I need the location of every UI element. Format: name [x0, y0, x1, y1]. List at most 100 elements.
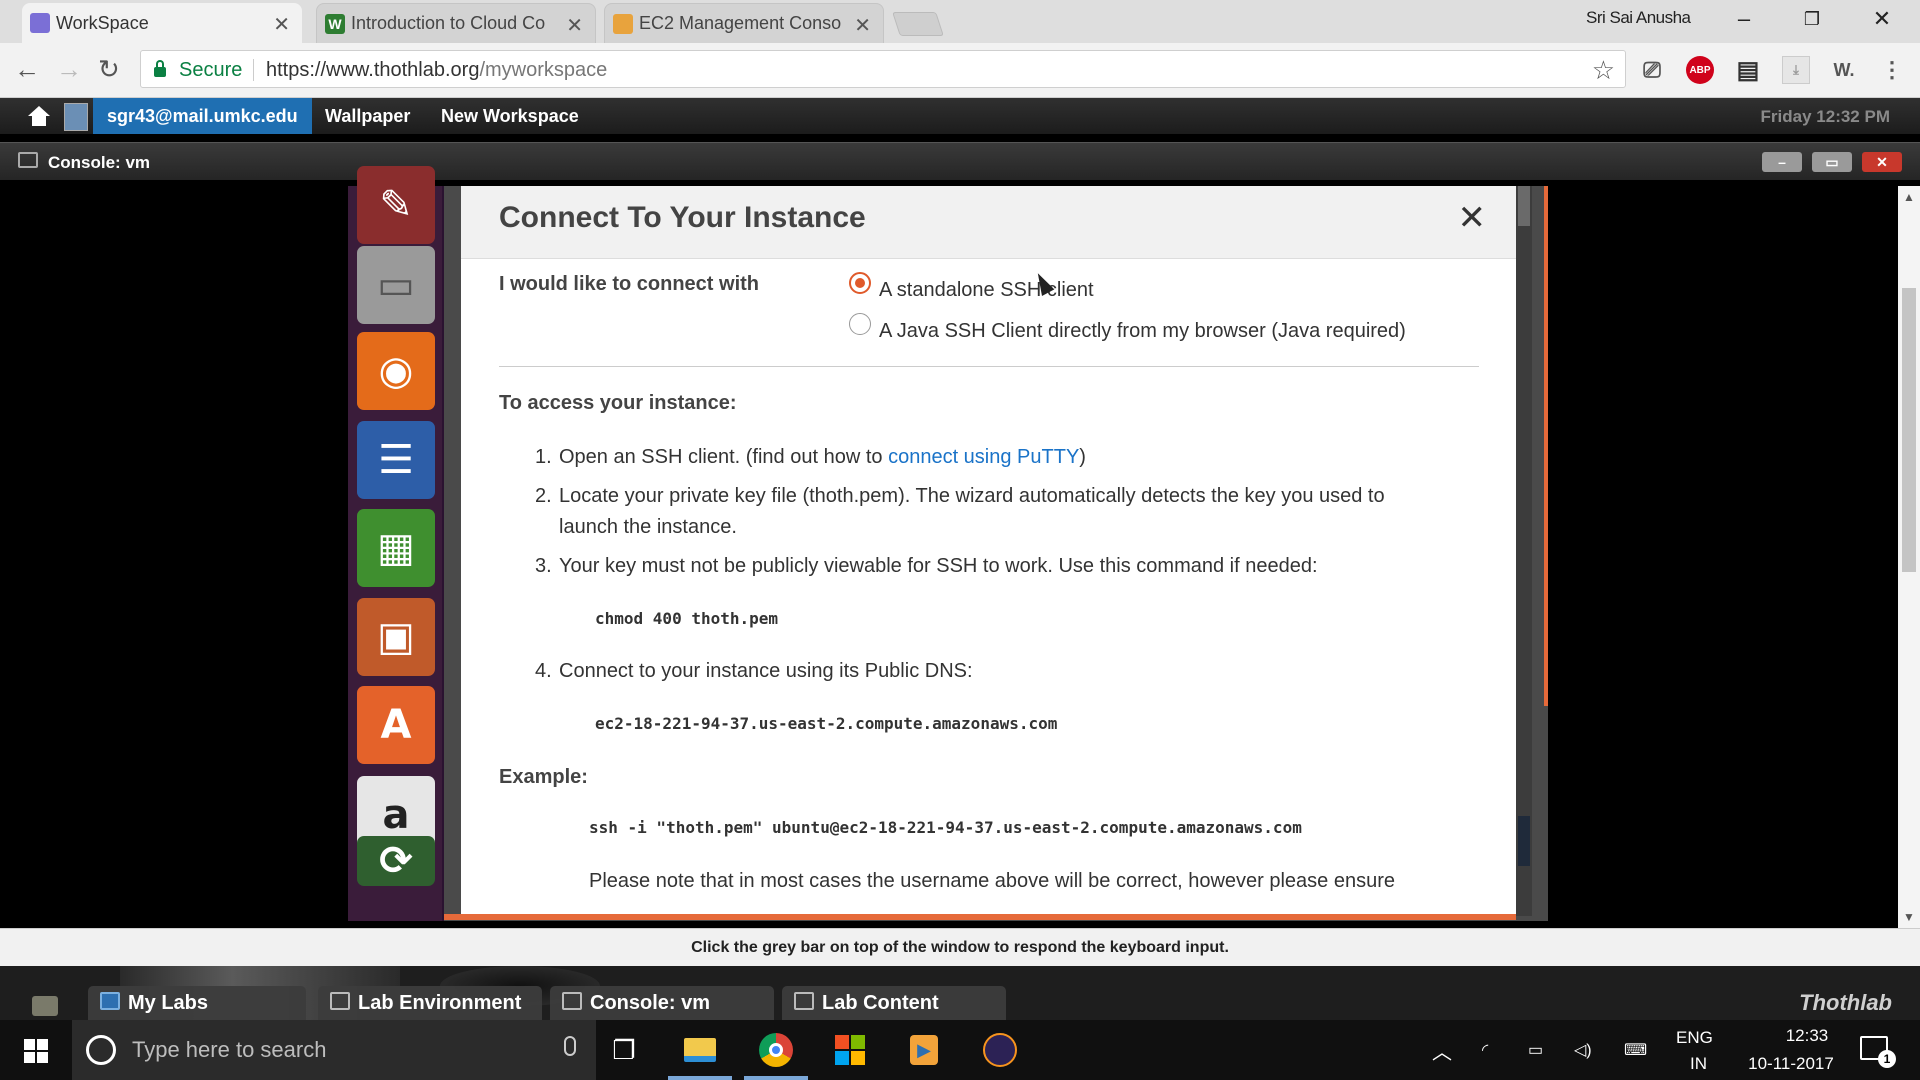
console-window-titlebar[interactable]: Console: vm – ▭ ✕: [0, 142, 1920, 180]
putty-link[interactable]: connect using PuTTY: [888, 446, 1079, 468]
step-1-text: Open an SSH client. (find out how to: [559, 446, 889, 468]
writer-icon[interactable]: ☰: [357, 421, 435, 499]
store-icon[interactable]: [830, 1030, 870, 1070]
vm-scrollbar-thumb[interactable]: [1902, 288, 1916, 572]
adblock-icon[interactable]: ABP: [1686, 56, 1714, 84]
keyboard-hint: Click the grey bar on top of the window …: [691, 939, 1229, 956]
labs-icon: [100, 992, 120, 1010]
wifi-icon[interactable]: ◜: [1482, 1040, 1488, 1060]
calc-icon[interactable]: ▦: [357, 509, 435, 587]
close-tab-icon[interactable]: ✕: [273, 12, 290, 37]
clock-date[interactable]: 10-11-2017: [1736, 1054, 1846, 1074]
volume-icon[interactable]: ◁): [1574, 1040, 1592, 1060]
step-2-line-2: launch the instance.: [559, 516, 737, 538]
action-center-icon[interactable]: 1: [1860, 1036, 1896, 1068]
user-email[interactable]: sgr43@mail.umkc.edu: [93, 98, 312, 134]
example-command: ssh -i "thoth.pem" ubuntu@ec2-18-221-94-…: [589, 818, 1302, 837]
ws-tab-console-vm[interactable]: Console: vm: [550, 986, 774, 1020]
tab-workspace[interactable]: WorkSpace ✕: [22, 3, 302, 43]
firefox-icon[interactable]: ◉: [357, 332, 435, 410]
file-explorer-icon[interactable]: [680, 1030, 720, 1070]
standalone-ssh-radio[interactable]: [849, 272, 871, 294]
ubuntu-launcher: ✎ ▭ ◉ ☰ ▦ ▣ A a ⟳: [348, 166, 444, 921]
microphone-icon[interactable]: [564, 1036, 576, 1056]
ws-tab-lab-content[interactable]: Lab Content: [782, 986, 1006, 1020]
browser-tab-strip: WorkSpace ✕ W Introduction to Cloud Co ✕…: [0, 0, 1920, 43]
tab-title: WorkSpace: [56, 12, 149, 33]
task-view-icon[interactable]: ❐: [604, 1030, 644, 1070]
restore-icon[interactable]: ❐: [1792, 9, 1832, 30]
menu-icon[interactable]: ⋮: [1878, 56, 1906, 84]
ws-tab-lab-environment[interactable]: Lab Environment: [318, 986, 542, 1020]
language-top[interactable]: ENG: [1676, 1028, 1713, 1048]
new-tab-button[interactable]: [892, 12, 944, 36]
minimize-icon[interactable]: –: [1724, 6, 1764, 32]
w-icon[interactable]: W.: [1830, 56, 1858, 84]
bookmark-star-icon[interactable]: ☆: [1592, 55, 1615, 86]
url-text[interactable]: https://www.thothlab.org/myworkspace: [266, 59, 607, 82]
vm-scrollbar[interactable]: ▲ ▼: [1898, 186, 1920, 928]
java-ssh-radio[interactable]: [849, 313, 871, 335]
console-minimize-button[interactable]: –: [1762, 152, 1802, 172]
software-center-icon[interactable]: A: [357, 686, 435, 764]
scroll-down-icon[interactable]: ▼: [1903, 910, 1915, 924]
battery-icon[interactable]: ▭: [1528, 1040, 1543, 1060]
cast-icon[interactable]: ⎚: [1638, 56, 1666, 84]
step-1: Open an SSH client. (find out how to con…: [559, 446, 1086, 469]
dialog-scrollbar[interactable]: [1516, 186, 1532, 916]
scroll-up-icon[interactable]: ▲: [1903, 190, 1915, 204]
taskbar-search[interactable]: Type here to search: [72, 1020, 596, 1080]
w-favicon-icon: W: [325, 14, 345, 34]
wallpaper-menu[interactable]: Wallpaper: [325, 106, 410, 127]
omnibox-divider: [253, 59, 254, 81]
console-maximize-button[interactable]: ▭: [1812, 152, 1852, 172]
ws-tab-my-labs[interactable]: My Labs: [88, 986, 306, 1020]
address-bar[interactable]: Secure https://www.thothlab.org/myworksp…: [140, 50, 1626, 88]
pdf-icon[interactable]: ⤓: [1782, 56, 1810, 84]
monitor-icon: [330, 992, 350, 1010]
ws-tab-label: Lab Content: [822, 991, 939, 1014]
close-window-icon[interactable]: ✕: [1862, 6, 1902, 32]
keyboard-icon[interactable]: ⌨: [1624, 1040, 1647, 1060]
user-avatar: [64, 103, 88, 131]
java-ssh-label[interactable]: A Java SSH Client directly from my brows…: [879, 320, 1406, 343]
clock-time[interactable]: 12:33: [1762, 1026, 1852, 1046]
tab-ec2-console[interactable]: EC2 Management Conso ✕: [604, 3, 884, 43]
access-heading: To access your instance:: [499, 392, 737, 414]
files-icon[interactable]: ▭: [357, 246, 435, 324]
step-2-line-1: Locate your private key file (thoth.pem)…: [559, 485, 1385, 507]
update-icon[interactable]: ⟳: [357, 836, 435, 886]
reload-icon[interactable]: ↻: [98, 54, 120, 85]
search-placeholder: Type here to search: [132, 1037, 327, 1062]
media-player-icon[interactable]: ▶: [904, 1030, 944, 1070]
keyboard-hint-bar: Click the grey bar on top of the window …: [0, 928, 1920, 966]
cortana-icon[interactable]: [86, 1035, 116, 1065]
back-icon[interactable]: ←: [14, 54, 40, 85]
forward-icon[interactable]: →: [56, 54, 82, 85]
show-desktop-icon[interactable]: [32, 996, 58, 1016]
connect-instance-dialog: Connect To Your Instance ✕ I would like …: [461, 186, 1516, 916]
aws-favicon-icon: [613, 14, 633, 34]
chrome-icon[interactable]: [756, 1030, 796, 1070]
film-icon[interactable]: ▤: [1734, 56, 1762, 84]
close-tab-icon[interactable]: ✕: [566, 13, 583, 38]
system-settings-icon[interactable]: ✎: [357, 166, 435, 244]
page-edge-accent: [1544, 186, 1548, 706]
workspace-favicon-icon: [30, 13, 50, 33]
close-tab-icon[interactable]: ✕: [854, 13, 871, 38]
home-icon[interactable]: [28, 106, 50, 126]
profile-name[interactable]: Sri Sai Anusha: [1586, 8, 1691, 28]
new-workspace-menu[interactable]: New Workspace: [441, 106, 579, 127]
close-icon[interactable]: ✕: [1458, 198, 1487, 238]
console-close-button[interactable]: ✕: [1862, 152, 1902, 172]
standalone-ssh-label[interactable]: A standalone SSH client: [879, 279, 1094, 302]
step-3: Your key must not be publicly viewable f…: [559, 555, 1318, 577]
eclipse-icon[interactable]: [980, 1030, 1020, 1070]
tab-intro-cloud[interactable]: W Introduction to Cloud Co ✕: [316, 3, 596, 43]
show-hidden-icons[interactable]: ︿: [1432, 1036, 1452, 1065]
dialog-scrollbar-thumb[interactable]: [1518, 186, 1530, 226]
step-1-close: ): [1079, 446, 1086, 468]
impress-icon[interactable]: ▣: [357, 598, 435, 676]
windows-start-icon[interactable]: [24, 1039, 48, 1063]
language-bottom[interactable]: IN: [1690, 1054, 1707, 1074]
